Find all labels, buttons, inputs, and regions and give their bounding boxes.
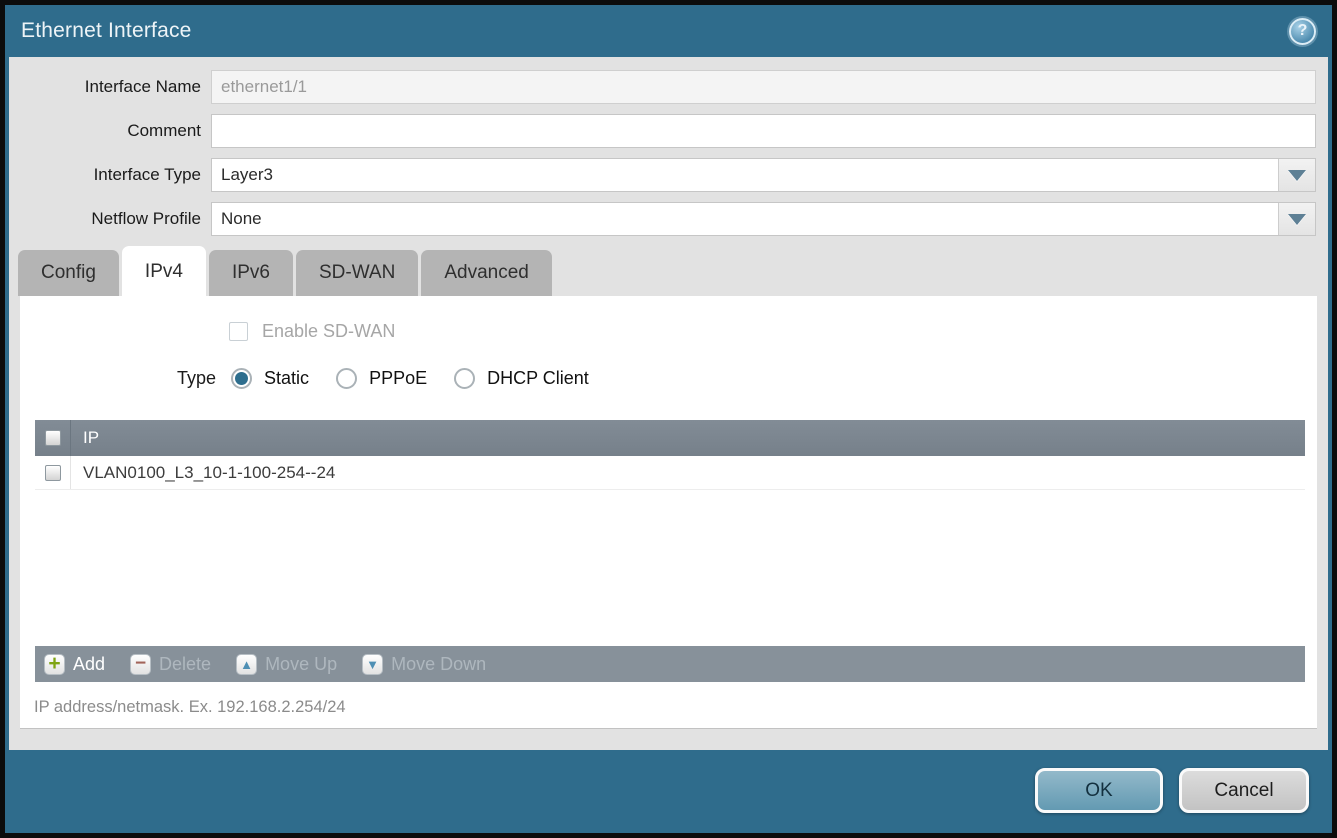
radio-dhcp-client[interactable] xyxy=(454,368,475,389)
netflow-profile-label: Netflow Profile xyxy=(9,209,201,229)
tab-config[interactable]: Config xyxy=(18,250,119,296)
tab-bar: Config IPv4 IPv6 SD-WAN Advanced xyxy=(9,246,1328,296)
chevron-down-icon xyxy=(1288,170,1306,181)
enable-sdwan-checkbox[interactable] xyxy=(229,322,248,341)
dialog-title: Ethernet Interface xyxy=(21,19,192,43)
radio-pppoe[interactable] xyxy=(336,368,357,389)
ethernet-interface-dialog: Ethernet Interface ? Interface Name Comm… xyxy=(0,0,1337,838)
minus-glyph: − xyxy=(135,654,146,673)
move-up-icon: ▲ xyxy=(236,654,257,675)
radio-static[interactable] xyxy=(231,368,252,389)
row-ip-value: VLAN0100_L3_10-1-100-254--24 xyxy=(71,456,335,489)
ipv4-tab-panel: Enable SD-WAN Type Static PPPoE DHCP Cli… xyxy=(20,296,1317,729)
add-button-label: Add xyxy=(73,654,105,675)
select-all-checkbox[interactable] xyxy=(45,430,61,446)
dialog-footer: OK Cancel xyxy=(5,750,1332,833)
form-row-interface-name: Interface Name xyxy=(9,70,1316,104)
comment-label: Comment xyxy=(9,121,201,141)
arrow-down-glyph: ▼ xyxy=(366,658,379,671)
radio-dhcp-client-label[interactable]: DHCP Client xyxy=(487,368,589,389)
interface-name-label: Interface Name xyxy=(9,77,201,97)
row-checkbox-cell xyxy=(35,456,71,489)
comment-field[interactable] xyxy=(211,114,1316,148)
row-checkbox[interactable] xyxy=(45,465,61,481)
form-row-interface-type: Interface Type Layer3 xyxy=(9,158,1316,192)
interface-name-field[interactable] xyxy=(211,70,1316,104)
move-up-button-label: Move Up xyxy=(265,654,337,675)
delete-icon: − xyxy=(130,654,151,675)
interface-type-label: Interface Type xyxy=(9,165,201,185)
enable-sdwan-label: Enable SD-WAN xyxy=(262,321,395,342)
tab-ipv6[interactable]: IPv6 xyxy=(209,250,293,296)
cancel-button[interactable]: Cancel xyxy=(1179,768,1309,813)
plus-glyph: + xyxy=(48,653,60,674)
ip-format-hint: IP address/netmask. Ex. 192.168.2.254/24 xyxy=(34,698,346,717)
interface-form: Interface Name Comment Interface Type La… xyxy=(9,57,1328,236)
form-row-comment: Comment xyxy=(9,114,1316,148)
ip-table-header: IP xyxy=(35,420,1305,456)
help-icon[interactable]: ? xyxy=(1289,18,1316,45)
enable-sdwan-row: Enable SD-WAN xyxy=(229,321,395,342)
ip-column-header: IP xyxy=(71,420,99,456)
chevron-down-icon xyxy=(1288,214,1306,225)
add-button[interactable]: + Add xyxy=(44,654,105,675)
interface-type-value: Layer3 xyxy=(221,165,273,185)
delete-button[interactable]: − Delete xyxy=(130,654,211,675)
ip-table-body: VLAN0100_L3_10-1-100-254--24 xyxy=(35,456,1305,646)
address-type-row: Type Static PPPoE DHCP Client xyxy=(177,366,616,390)
add-icon: + xyxy=(44,654,65,675)
radio-pppoe-label[interactable]: PPPoE xyxy=(369,368,427,389)
netflow-profile-value: None xyxy=(221,209,262,229)
ip-table: IP VLAN0100_L3_10-1-100-254--24 + Add xyxy=(35,420,1305,682)
radio-static-label[interactable]: Static xyxy=(264,368,309,389)
tab-ipv4[interactable]: IPv4 xyxy=(122,246,206,296)
ip-table-toolbar: + Add − Delete ▲ Move Up ▼ Move Down xyxy=(35,646,1305,682)
dialog-titlebar: Ethernet Interface ? xyxy=(5,5,1332,57)
ok-button[interactable]: OK xyxy=(1035,768,1163,813)
delete-button-label: Delete xyxy=(159,654,211,675)
netflow-profile-dropdown-button[interactable] xyxy=(1278,203,1315,235)
netflow-profile-dropdown[interactable]: None xyxy=(211,202,1316,236)
form-row-netflow-profile: Netflow Profile None xyxy=(9,202,1316,236)
header-checkbox-cell xyxy=(35,420,71,456)
move-down-button[interactable]: ▼ Move Down xyxy=(362,654,486,675)
interface-type-dropdown-button[interactable] xyxy=(1278,159,1315,191)
table-row[interactable]: VLAN0100_L3_10-1-100-254--24 xyxy=(35,456,1305,490)
dialog-body: Interface Name Comment Interface Type La… xyxy=(9,57,1328,750)
move-down-icon: ▼ xyxy=(362,654,383,675)
type-label: Type xyxy=(177,368,216,389)
move-down-button-label: Move Down xyxy=(391,654,486,675)
tab-sd-wan[interactable]: SD-WAN xyxy=(296,250,418,296)
arrow-up-glyph: ▲ xyxy=(240,658,253,671)
interface-type-dropdown[interactable]: Layer3 xyxy=(211,158,1316,192)
tab-advanced[interactable]: Advanced xyxy=(421,250,552,296)
move-up-button[interactable]: ▲ Move Up xyxy=(236,654,337,675)
